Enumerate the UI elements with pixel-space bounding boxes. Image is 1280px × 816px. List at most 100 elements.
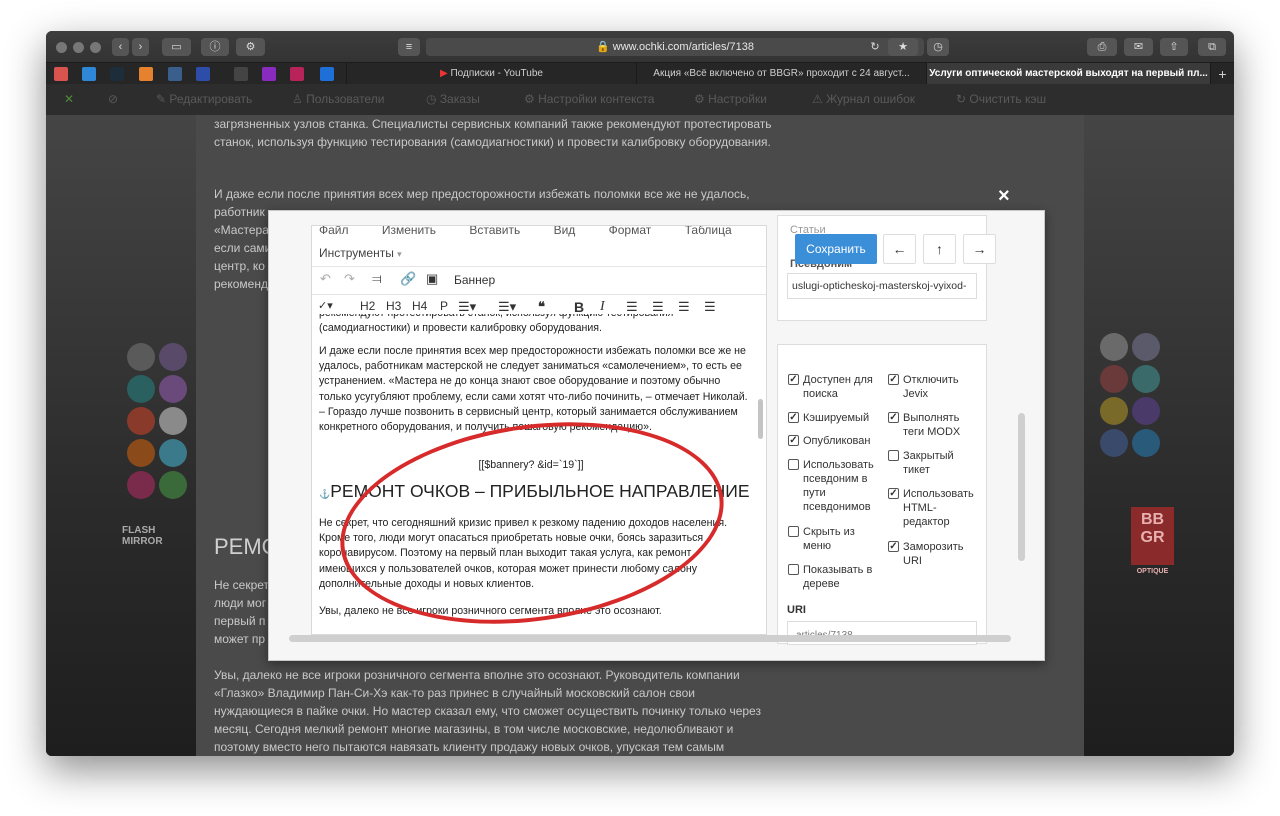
editor-scrollbar[interactable] (758, 399, 763, 439)
color-swatch (1132, 333, 1160, 361)
paragraph-button[interactable]: P (440, 299, 448, 313)
modx-clear-cache[interactable]: ↻ Очистить кэш (956, 84, 1046, 115)
reload-icon[interactable]: ↻ (864, 38, 886, 56)
menu-edit[interactable]: Изменить (382, 226, 436, 237)
favicon-6-icon[interactable] (196, 67, 210, 81)
save-button[interactable]: Сохранить (795, 234, 877, 264)
editor-paragraph: рекомендуют протестировать станок, испол… (319, 314, 673, 335)
undo-icon[interactable]: ↶ (320, 271, 331, 287)
editor-toolbar-row-1: ↶ ↷ ⫤ 🔗 ▣ Баннер (312, 266, 766, 294)
menu-file[interactable]: Файл (319, 226, 349, 237)
checkbox-checked-icon: ✓ (888, 374, 899, 385)
back-button[interactable]: ‹ (112, 38, 129, 56)
favicon-8-icon[interactable] (262, 67, 276, 81)
checkbox-empty-icon (788, 564, 799, 575)
menu-table[interactable]: Таблица (685, 226, 732, 237)
menu-insert[interactable]: Вставить (469, 226, 520, 237)
editor-toolbar-row-2: ✓▾ H2 H3 H4 P ☰▾ ☰▾ ❝ B I ☰ ☰ ☰ ☰ (312, 294, 766, 316)
image-icon[interactable]: ▣ (426, 271, 438, 287)
trello-icon[interactable] (82, 67, 96, 81)
next-arrow-icon[interactable]: → (963, 234, 996, 264)
numbered-list-icon[interactable]: ☰▾ (498, 299, 516, 315)
menu-tools[interactable]: Инструменты ▾ (319, 246, 402, 260)
modx-logo-icon[interactable]: ✕ (64, 84, 74, 115)
tabs-overview-icon[interactable]: ⧉ (1198, 38, 1226, 56)
print-icon[interactable]: ⎙ (1087, 38, 1117, 56)
checkbox-checked-icon: ✓ (888, 488, 899, 499)
bullet-list-icon[interactable]: ☰▾ (458, 299, 476, 315)
favicon-10-icon[interactable] (320, 67, 334, 81)
modx-settings[interactable]: ⚙ Настройки (694, 84, 767, 115)
menu-format[interactable]: Формат (609, 226, 652, 237)
banner-button[interactable]: Баннер (454, 273, 495, 287)
up-arrow-icon[interactable]: ↑ (923, 234, 956, 264)
modx-users[interactable]: ♙ Пользователи (292, 84, 384, 115)
article-paragraph: загрязненных узлов станка. Специалисты с… (214, 117, 772, 149)
modx-orders[interactable]: ◷ Заказы (426, 84, 480, 115)
zoom-window-icon[interactable] (90, 42, 101, 53)
address-bar[interactable]: 🔒 www.ochki.com/articles/7138 (426, 38, 924, 56)
align-left-icon[interactable]: ☰ (626, 299, 638, 315)
editor-paragraph: Увы, далеко не все игроки розничного сег… (319, 605, 662, 617)
minimize-window-icon[interactable] (73, 42, 84, 53)
modx-toolbar: ✕ ⊘ ✎ Редактировать ♙ Пользователи ◷ Зак… (46, 84, 1234, 115)
page-background: FLASH MIRROR BB GR OPTIQUE загрязненных … (46, 115, 1234, 756)
favicon-9-icon[interactable] (290, 67, 304, 81)
align-right-icon[interactable]: ☰ (678, 299, 690, 315)
new-tab-button[interactable]: + (1210, 63, 1234, 85)
bookmark-icon[interactable]: ★ (888, 38, 918, 56)
favicon-1-icon[interactable] (54, 67, 68, 81)
favicon-4-icon[interactable] (139, 67, 153, 81)
h4-button[interactable]: H4 (412, 299, 427, 313)
spellcheck-icon[interactable]: ✓▾ (318, 299, 333, 312)
italic-icon[interactable]: I (600, 299, 605, 315)
history-icon[interactable]: ◷ (927, 38, 949, 56)
mail-icon[interactable]: ✉ (1124, 38, 1153, 56)
prev-arrow-icon[interactable]: ← (883, 234, 916, 264)
close-window-icon[interactable] (56, 42, 67, 53)
right-ad-banner[interactable]: BB GR OPTIQUE (1084, 115, 1234, 756)
checkbox-checked-icon: ✓ (788, 435, 799, 446)
color-swatch (1100, 365, 1128, 393)
page-break-icon[interactable]: ⫤ (372, 271, 382, 287)
close-modal-icon[interactable]: × (998, 185, 1010, 208)
forward-button[interactable]: › (132, 38, 149, 56)
reader-icon[interactable]: ≡ (398, 38, 420, 56)
info-icon[interactable]: ⓘ (201, 38, 229, 56)
color-swatch (1132, 429, 1160, 457)
sidebar-scrollbar[interactable] (1018, 413, 1025, 561)
align-justify-icon[interactable]: ☰ (704, 299, 716, 315)
modx-context-settings[interactable]: ⚙ Настройки контекста (524, 84, 654, 115)
react-icon[interactable] (110, 67, 124, 81)
tab-youtube[interactable]: ▶ Подписки - YouTube (346, 63, 636, 85)
blockquote-icon[interactable]: ❝ (538, 299, 545, 315)
h2-button[interactable]: H2 (360, 299, 375, 313)
align-center-icon[interactable]: ☰ (652, 299, 664, 315)
alias-input[interactable]: uslugi-opticheskoj-masterskoj-vyixod- (787, 273, 977, 299)
modal-horizontal-scrollbar[interactable] (289, 635, 1011, 642)
modx-error-log[interactable]: ⚠ Журнал ошибок (812, 84, 915, 115)
left-ad-banner[interactable]: FLASH MIRROR (46, 115, 196, 756)
color-swatch (127, 343, 155, 371)
checkbox-checked-icon: ✓ (788, 374, 799, 385)
checkbox-checked-icon: ✓ (888, 541, 899, 552)
sidebar-icon[interactable]: ▭ (162, 38, 191, 56)
favicon-7-icon[interactable] (234, 67, 248, 81)
editor-content[interactable]: рекомендуют протестировать станок, испол… (312, 314, 750, 634)
menu-view[interactable]: Вид (554, 226, 576, 237)
color-swatch (127, 375, 155, 403)
modx-edit[interactable]: ✎ Редактировать (156, 84, 252, 115)
share-icon[interactable]: ⇧ (1160, 38, 1188, 56)
favicon-5-icon[interactable] (168, 67, 182, 81)
color-swatch (1100, 333, 1128, 361)
tab-active-article[interactable]: Услуги оптической мастерской выходят на … (926, 63, 1210, 85)
gear-icon[interactable]: ⚙ (236, 38, 265, 56)
bold-icon[interactable]: B (574, 299, 584, 315)
link-icon[interactable]: 🔗 (400, 271, 416, 287)
redo-icon[interactable]: ↷ (344, 271, 355, 287)
chevron-down-icon: ▾ (397, 249, 402, 259)
color-swatch (1100, 429, 1128, 457)
tab-bbgr[interactable]: Акция «Всё включено от BBGR» проходит с … (636, 63, 926, 85)
hide-toolbar-icon[interactable]: ⊘ (108, 84, 118, 115)
h3-button[interactable]: H3 (386, 299, 401, 313)
